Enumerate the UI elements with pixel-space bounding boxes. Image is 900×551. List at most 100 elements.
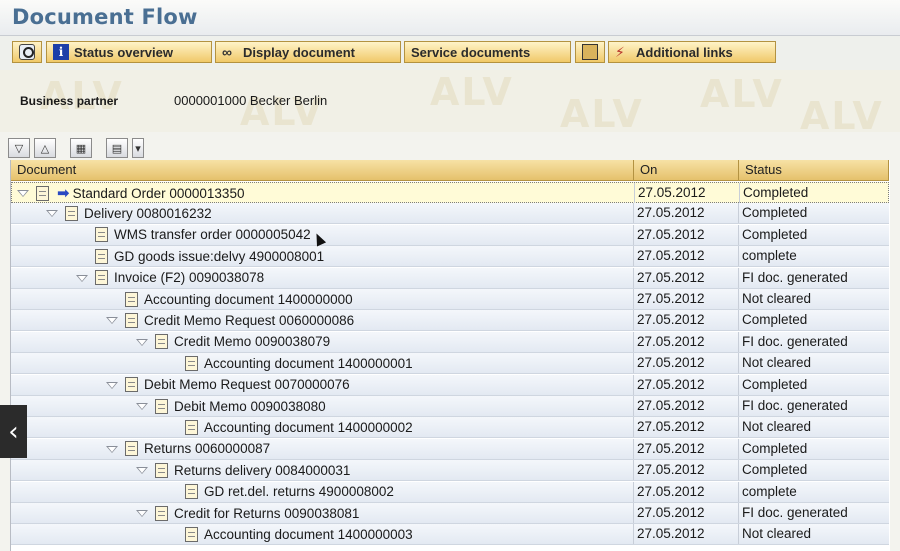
document-label[interactable]: Returns 0060000087 — [144, 441, 270, 456]
status-overview-button[interactable]: i Status overview — [46, 41, 212, 63]
collapse-node-icon[interactable] — [75, 272, 88, 284]
document-cell[interactable]: Delivery 0080016232 — [11, 203, 633, 223]
tree-row[interactable]: Debit Memo Request 0070000076 27.05.2012 C… — [11, 374, 889, 396]
tree-row[interactable]: Invoice (F2) 0090038078 27.05.2012 FI doc.… — [11, 267, 889, 289]
column-divider — [633, 246, 634, 267]
dropdown-icon[interactable]: ▾ — [132, 138, 144, 158]
column-divider — [633, 438, 634, 459]
document-icon — [95, 248, 108, 264]
document-label[interactable]: Debit Memo Request 0070000076 — [144, 377, 350, 392]
document-label[interactable]: Credit for Returns 0090038081 — [174, 506, 359, 521]
document-cell[interactable]: Credit Memo Request 0060000086 — [11, 310, 633, 330]
document-label[interactable]: GD ret.del. returns 4900008002 — [204, 484, 394, 499]
collapse-node-icon[interactable] — [105, 379, 118, 391]
date-cell: 27.05.2012 — [637, 291, 705, 306]
status-cell: Completed — [742, 205, 808, 221]
tree-row[interactable]: Returns 0060000087 27.05.2012 Completed — [11, 438, 889, 460]
alv-watermark: ALV — [700, 72, 784, 116]
previous-slide-button[interactable]: ‹ — [0, 405, 27, 458]
additional-links-button[interactable]: ⚡ Additional links — [608, 41, 776, 63]
expand-all-icon[interactable]: ▽ — [8, 138, 30, 158]
document-cell[interactable]: Accounting document 1400000000 — [11, 289, 633, 309]
tree-row[interactable]: WMS transfer order 0000005042 27.05.2012 C… — [11, 224, 889, 246]
document-label[interactable]: Accounting document 1400000000 — [144, 292, 353, 307]
status-cell: FI doc. generated — [742, 333, 848, 349]
document-label[interactable]: WMS transfer order 0000005042 — [114, 227, 311, 242]
tree-row[interactable]: GD goods issue:delvy 4900008001 27.05.201… — [11, 246, 889, 268]
tree-row[interactable]: GD ret.del. returns 4900008002 27.05.2012… — [11, 481, 889, 503]
find-icon[interactable]: ▦ — [70, 138, 92, 158]
document-label[interactable]: Accounting document 1400000001 — [204, 356, 413, 371]
collapse-all-icon[interactable]: △ — [34, 138, 56, 158]
column-divider — [738, 503, 739, 523]
document-cell[interactable]: GD goods issue:delvy 4900008001 — [11, 246, 633, 266]
title-bar: Document Flow — [0, 0, 900, 36]
collapse-node-icon[interactable] — [135, 400, 148, 412]
status-cell: Completed — [742, 462, 808, 478]
collapse-node-icon[interactable] — [135, 464, 148, 476]
document-label[interactable]: Returns delivery 0084000031 — [174, 463, 350, 478]
date-cell: 27.05.2012 — [638, 185, 706, 200]
column-divider — [634, 183, 635, 203]
toolbar-separator — [96, 138, 102, 160]
document-icon — [185, 355, 198, 371]
document-cell[interactable]: Accounting document 1400000002 — [11, 417, 633, 437]
tree-row[interactable]: Delivery 0080016232 27.05.2012 Completed — [11, 203, 889, 225]
document-label[interactable]: Credit Memo Request 0060000086 — [144, 313, 354, 328]
collapse-node-icon[interactable] — [45, 207, 58, 219]
find-button[interactable] — [12, 41, 42, 63]
books-button[interactable] — [575, 41, 605, 63]
collapse-node-icon[interactable] — [16, 187, 29, 199]
document-icon — [185, 419, 198, 435]
document-cell[interactable]: Credit for Returns 0090038081 — [11, 503, 633, 523]
additional-links-label: Additional links — [636, 44, 733, 60]
tree-row[interactable]: Accounting document 1400000003 27.05.2012… — [11, 524, 889, 546]
collapse-node-icon[interactable] — [105, 443, 118, 455]
collapse-node-icon[interactable] — [135, 336, 148, 348]
document-cell[interactable]: Invoice (F2) 0090038078 — [11, 268, 633, 288]
document-cell[interactable]: ➡ Standard Order 0000013350 — [12, 183, 634, 203]
column-divider — [738, 396, 739, 416]
display-document-button[interactable]: ∞ Display document — [215, 41, 401, 63]
collapse-node-icon[interactable] — [135, 507, 148, 519]
column-divider — [633, 481, 634, 502]
date-cell: 27.05.2012 — [637, 419, 705, 435]
document-label[interactable]: Credit Memo 0090038079 — [174, 334, 330, 349]
tree-row[interactable]: Returns delivery 0084000031 27.05.2012 Com… — [11, 460, 889, 482]
document-label[interactable]: GD goods issue:delvy 4900008001 — [114, 249, 324, 264]
tree-row[interactable]: Accounting document 1400000000 27.05.2012… — [11, 289, 889, 310]
document-cell[interactable]: Accounting document 1400000003 — [11, 524, 633, 544]
document-icon — [125, 291, 138, 307]
column-divider — [738, 417, 739, 438]
document-label[interactable]: Standard Order 0000013350 — [73, 186, 245, 201]
column-header-on[interactable]: On — [634, 160, 739, 181]
status-cell: Completed — [742, 376, 808, 392]
tree-row[interactable]: Credit for Returns 0090038081 27.05.2012 F… — [11, 503, 889, 524]
document-cell[interactable]: Debit Memo Request 0070000076 — [11, 375, 633, 395]
document-cell[interactable]: Returns delivery 0084000031 — [11, 460, 633, 480]
column-divider — [738, 460, 739, 481]
document-cell[interactable]: Debit Memo 0090038080 — [11, 396, 633, 416]
tree-row[interactable]: Debit Memo 0090038080 27.05.2012 FI doc. g… — [11, 396, 889, 417]
column-header-status[interactable]: Status — [739, 160, 889, 181]
document-label[interactable]: Accounting document 1400000002 — [204, 420, 413, 435]
tree-row[interactable]: ➡ Standard Order 0000013350 27.05.2012 Comp… — [11, 182, 889, 203]
status-cell: Not cleared — [742, 355, 812, 371]
document-cell[interactable]: Returns 0060000087 — [11, 439, 633, 459]
document-label[interactable]: Delivery 0080016232 — [84, 206, 212, 221]
collapse-node-icon[interactable] — [105, 314, 118, 326]
column-header-document[interactable]: Document — [11, 160, 634, 181]
tree-row[interactable]: Accounting document 1400000002 27.05.2012… — [11, 417, 889, 439]
document-cell[interactable]: GD ret.del. returns 4900008002 — [11, 482, 633, 502]
tree-row[interactable]: Credit Memo Request 0060000086 27.05.2012… — [11, 310, 889, 332]
service-documents-button[interactable]: Service documents — [404, 41, 571, 63]
document-cell[interactable]: Accounting document 1400000001 — [11, 353, 633, 373]
business-partner-value: 0000001000 Becker Berlin — [174, 93, 328, 108]
tree-row[interactable]: Credit Memo 0090038079 27.05.2012 FI doc. … — [11, 331, 889, 353]
document-label[interactable]: Debit Memo 0090038080 — [174, 399, 326, 414]
document-cell[interactable]: Credit Memo 0090038079 — [11, 332, 633, 352]
document-label[interactable]: Accounting document 1400000003 — [204, 527, 413, 542]
document-label[interactable]: Invoice (F2) 0090038078 — [114, 270, 264, 285]
print-icon[interactable]: ▤ — [106, 138, 128, 158]
tree-row[interactable]: Accounting document 1400000001 27.05.2012… — [11, 353, 889, 375]
